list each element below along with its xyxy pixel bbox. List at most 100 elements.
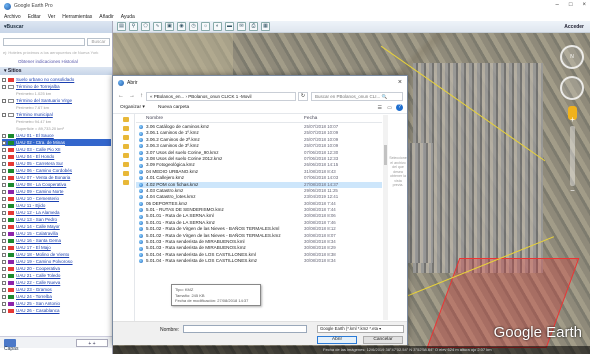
nav-pane-item[interactable] <box>116 170 131 177</box>
cancel-button[interactable]: Cancelar <box>363 336 403 344</box>
email-icon[interactable]: ✉ <box>237 22 246 31</box>
place-item[interactable]: UAU 10 - Cementerio <box>2 195 111 202</box>
nav-pane-item[interactable] <box>116 143 131 150</box>
sign-in-link[interactable]: Acceder <box>564 24 584 30</box>
place-item[interactable]: UAU 01 - El Sauce <box>2 132 111 139</box>
up-arrow-icon[interactable]: ↑ <box>140 93 143 99</box>
place-checkbox[interactable] <box>2 140 6 145</box>
search-panel-tab[interactable]: ▾ Buscar <box>0 21 113 33</box>
image-overlay-icon[interactable]: ▣ <box>165 22 174 31</box>
place-checkbox[interactable] <box>2 98 6 103</box>
path-icon[interactable]: ∿ <box>153 22 162 31</box>
filename-input[interactable] <box>183 325 307 333</box>
place-checkbox[interactable] <box>2 301 6 306</box>
place-item[interactable]: UAU 22 - Calle Nueva <box>2 279 111 286</box>
place-item[interactable]: UAU 06 - Camino Cordobés <box>2 167 111 174</box>
forward-arrow-icon[interactable]: → <box>129 93 135 99</box>
nav-pane-item[interactable] <box>116 161 131 168</box>
back-arrow-icon[interactable]: ← <box>118 93 124 99</box>
nav-pane-item[interactable] <box>116 179 131 186</box>
place-item[interactable]: Término municipal <box>2 111 111 118</box>
place-item[interactable]: UAU 16 - Santa Gema <box>2 237 111 244</box>
place-item[interactable]: UAU 07 - Venta de Bonaria <box>2 174 111 181</box>
place-checkbox[interactable] <box>2 77 6 82</box>
place-item[interactable]: UAU 23 - Gramos <box>2 286 111 293</box>
file-list-scrollbar[interactable] <box>383 115 388 320</box>
save-image-icon[interactable]: ▦ <box>261 22 270 31</box>
place-checkbox[interactable] <box>2 294 6 299</box>
place-checkbox[interactable] <box>2 161 6 166</box>
place-checkbox[interactable] <box>2 259 6 264</box>
place-item[interactable]: UAU 20 - Cooperativa <box>2 265 111 272</box>
place-checkbox[interactable] <box>2 245 6 250</box>
nav-pane-item[interactable] <box>116 116 131 123</box>
place-item[interactable]: UAU 08 - La Cooperativa <box>2 181 111 188</box>
place-item[interactable]: Término del Santuario Virge <box>2 97 111 104</box>
place-item[interactable]: UAU 21 - Calle Toledo <box>2 272 111 279</box>
place-checkbox[interactable] <box>2 112 6 117</box>
search-input[interactable] <box>3 38 85 46</box>
place-checkbox[interactable] <box>2 273 6 278</box>
pan-control-icon[interactable] <box>560 76 584 100</box>
place-item[interactable]: UAU 02 - Ctra. de Minas <box>2 139 111 146</box>
scrollbar-thumb[interactable] <box>384 145 387 165</box>
add-remove-buttons[interactable]: + + <box>76 339 108 347</box>
place-item[interactable]: UAU 04 - El Hondo <box>2 153 111 160</box>
close-window-button[interactable]: × <box>582 2 586 8</box>
place-item[interactable]: UAU 25 - San Antonio <box>2 300 111 307</box>
view-options-icon[interactable]: ☰ <box>378 105 382 111</box>
menu-archivo[interactable]: Archivo <box>4 14 21 20</box>
nav-pane-item[interactable] <box>116 134 131 141</box>
col-name-header[interactable]: Nombre <box>146 116 163 121</box>
compass-icon[interactable]: N <box>560 45 584 69</box>
address-bar[interactable]: « PBolanos_en... › PBolanos_onun CLICK 1… <box>146 92 296 101</box>
menu-herramientas[interactable]: Herramientas <box>62 14 92 20</box>
zoom-out-icon[interactable]: − <box>568 187 577 196</box>
minimize-button[interactable]: – <box>556 2 559 8</box>
place-checkbox[interactable] <box>2 84 6 89</box>
place-item[interactable]: UAU 19 - Camino Polvoroso <box>2 258 111 265</box>
place-checkbox[interactable] <box>2 154 6 159</box>
place-item[interactable]: UAU 12 - La Alameda <box>2 209 111 216</box>
place-checkbox[interactable] <box>2 231 6 236</box>
place-checkbox[interactable] <box>2 175 6 180</box>
place-checkbox[interactable] <box>2 168 6 173</box>
nav-pane-item[interactable] <box>116 152 131 159</box>
search-button[interactable]: Buscar <box>87 38 110 46</box>
place-checkbox[interactable] <box>2 266 6 271</box>
folder-search-input[interactable]: Buscar en PBolanos_onun CLI... 🔍 <box>311 92 403 101</box>
filetype-select[interactable]: Google Earth (*.kml *.kmz *.eta ▾ <box>317 325 404 333</box>
nav-pane-item[interactable] <box>116 125 131 132</box>
directions-history-links[interactable]: Obtener indicaciones Historial <box>18 59 78 64</box>
menu-ayuda[interactable]: Ayuda <box>121 14 135 20</box>
new-folder-button[interactable]: Nueva carpeta <box>158 105 189 110</box>
refresh-icon[interactable]: ↻ <box>298 92 308 101</box>
place-checkbox[interactable] <box>2 280 6 285</box>
dialog-close-icon[interactable]: × <box>398 79 402 86</box>
print-icon[interactable]: ⎙ <box>249 22 258 31</box>
sidebar-toggle-icon[interactable]: ▤ <box>117 22 126 31</box>
places-header[interactable]: ▾ Sitios <box>0 67 112 75</box>
place-item[interactable]: UAU 09 - Camino Norte <box>2 188 111 195</box>
place-item[interactable]: UAU 15 - Calatravilla <box>2 230 111 237</box>
place-checkbox[interactable] <box>2 210 6 215</box>
place-checkbox[interactable] <box>2 189 6 194</box>
help-icon[interactable]: ? <box>396 104 403 111</box>
place-item[interactable]: UAU 11 - Ejido <box>2 202 111 209</box>
layers-header[interactable]: Capas <box>0 346 18 352</box>
place-item[interactable]: UAU 18 - Molino de Viento <box>2 251 111 258</box>
place-item[interactable]: UAU 05 - Carretera Sur <box>2 160 111 167</box>
zoom-slider[interactable]: + − <box>570 116 575 195</box>
place-item[interactable]: Término de Torrejalba <box>2 83 111 90</box>
place-item[interactable]: Suelo urbano no consolidado <box>2 76 111 83</box>
sun-icon[interactable]: ☼ <box>201 22 210 31</box>
place-checkbox[interactable] <box>2 308 6 313</box>
history-icon[interactable]: ◷ <box>189 22 198 31</box>
place-item[interactable]: UAU 24 - Torrelba <box>2 293 111 300</box>
ruler-icon[interactable]: ▬ <box>225 22 234 31</box>
tour-icon[interactable]: ◉ <box>177 22 186 31</box>
place-checkbox[interactable] <box>2 252 6 257</box>
place-item[interactable]: UAU 14 - Calle Mayor <box>2 223 111 230</box>
preview-pane-icon[interactable]: ▭ <box>387 105 392 111</box>
polygon-icon[interactable]: ⬠ <box>141 22 150 31</box>
